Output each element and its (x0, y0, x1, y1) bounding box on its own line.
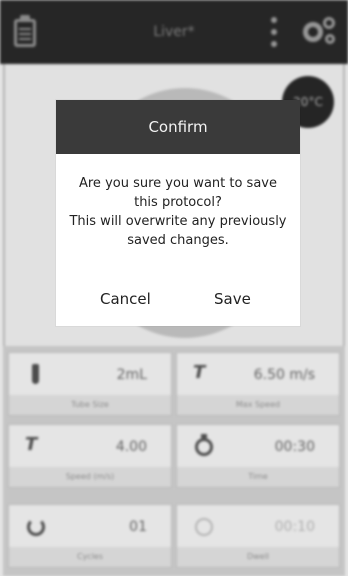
confirm-dialog: Confirm Are you sure you want to save th… (56, 100, 300, 326)
dialog-message-line: This will overwrite any previously (69, 214, 287, 229)
dialog-title: Confirm (56, 100, 300, 154)
dialog-message-line: saved changes. (127, 233, 229, 248)
dialog-message-line: Are you sure you want to save (78, 176, 277, 191)
save-button[interactable]: Save (206, 284, 259, 314)
cancel-button[interactable]: Cancel (92, 284, 159, 314)
app-screen: Liver* 20°C 2mL Tube Size 𝙏 6.50 m/s Max… (0, 0, 348, 576)
dialog-message: Are you sure you want to save this proto… (64, 174, 292, 250)
dialog-message-line: this protocol? (134, 195, 222, 210)
